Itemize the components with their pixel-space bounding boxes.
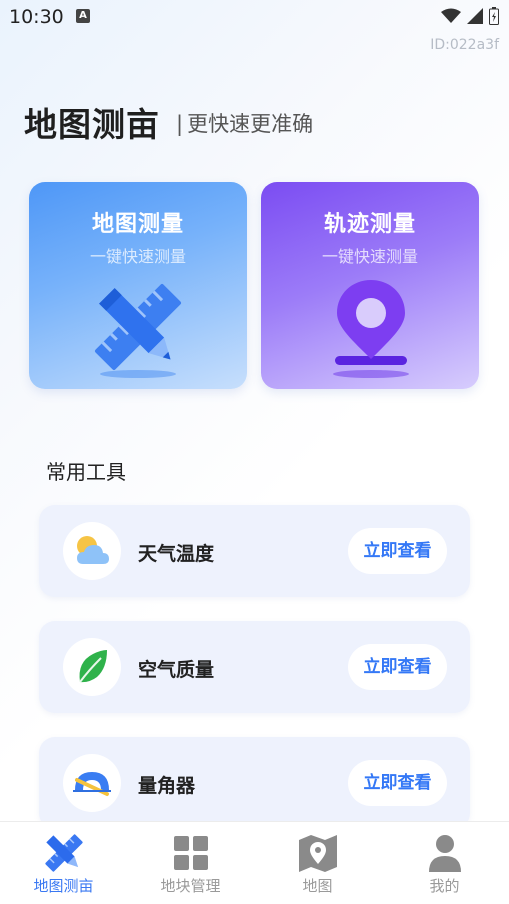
tool-name: 天气温度 bbox=[138, 543, 215, 565]
status-time: 10:30 bbox=[9, 6, 64, 28]
card-title: 轨迹测量 bbox=[323, 212, 416, 237]
map-icon bbox=[298, 835, 337, 872]
notification-icon: A bbox=[76, 9, 90, 23]
nav-label: 我的 bbox=[429, 877, 460, 895]
tool-icon-wrap bbox=[63, 522, 121, 580]
grid-icon bbox=[173, 836, 208, 870]
nav-item-plot-management[interactable]: 地块管理 bbox=[127, 822, 254, 904]
nav-item-map-measure[interactable]: 地图测亩 bbox=[0, 822, 127, 904]
tool-icon-wrap bbox=[63, 638, 121, 696]
page-subtitle: | 更快速更准确 bbox=[176, 108, 313, 138]
tool-card-air-quality[interactable]: 空气质量 立即查看 bbox=[39, 621, 470, 713]
ruler-pencil-icon bbox=[94, 283, 182, 378]
protractor-icon bbox=[73, 772, 111, 796]
card-subtitle: 一键快速测量 bbox=[321, 247, 418, 266]
tool-card-protractor[interactable]: 量角器 立即查看 bbox=[39, 737, 470, 829]
person-icon bbox=[428, 835, 461, 872]
view-now-button[interactable]: 立即查看 bbox=[348, 644, 447, 690]
section-title: 常用工具 bbox=[46, 460, 126, 484]
weather-icon bbox=[77, 536, 109, 564]
location-pin-icon bbox=[333, 280, 409, 378]
ruler-pencil-icon bbox=[44, 834, 83, 872]
nav-item-map[interactable]: 地图 bbox=[254, 822, 381, 904]
wifi-icon bbox=[441, 8, 461, 23]
view-now-button[interactable]: 立即查看 bbox=[348, 760, 447, 806]
battery-icon bbox=[489, 7, 499, 25]
nav-label: 地图测亩 bbox=[33, 877, 94, 895]
nav-label: 地块管理 bbox=[160, 877, 221, 895]
card-title: 地图测量 bbox=[91, 212, 184, 237]
bottom-nav: 地图测亩 地块管理 地图 我的 bbox=[0, 821, 509, 904]
view-now-button[interactable]: 立即查看 bbox=[348, 528, 447, 574]
subtitle-text: 更快速更准确 bbox=[187, 112, 314, 136]
card-subtitle: 一键快速测量 bbox=[89, 247, 186, 266]
nav-label: 地图 bbox=[302, 877, 333, 895]
leaf-icon bbox=[79, 650, 107, 683]
tool-icon-wrap bbox=[63, 754, 121, 812]
tool-name: 量角器 bbox=[138, 775, 196, 797]
tool-name: 空气质量 bbox=[138, 659, 215, 681]
subtitle-separator: | bbox=[176, 112, 184, 136]
signal-icon bbox=[467, 8, 483, 24]
page-title: 地图测亩 bbox=[24, 105, 160, 144]
device-id: ID:022a3f bbox=[430, 37, 499, 53]
status-icons bbox=[441, 7, 499, 25]
tool-card-weather[interactable]: 天气温度 立即查看 bbox=[39, 505, 470, 597]
map-measure-card[interactable]: 地图测量 一键快速测量 bbox=[29, 182, 247, 389]
track-measure-card[interactable]: 轨迹测量 一键快速测量 bbox=[261, 182, 479, 389]
nav-item-profile[interactable]: 我的 bbox=[381, 822, 508, 904]
